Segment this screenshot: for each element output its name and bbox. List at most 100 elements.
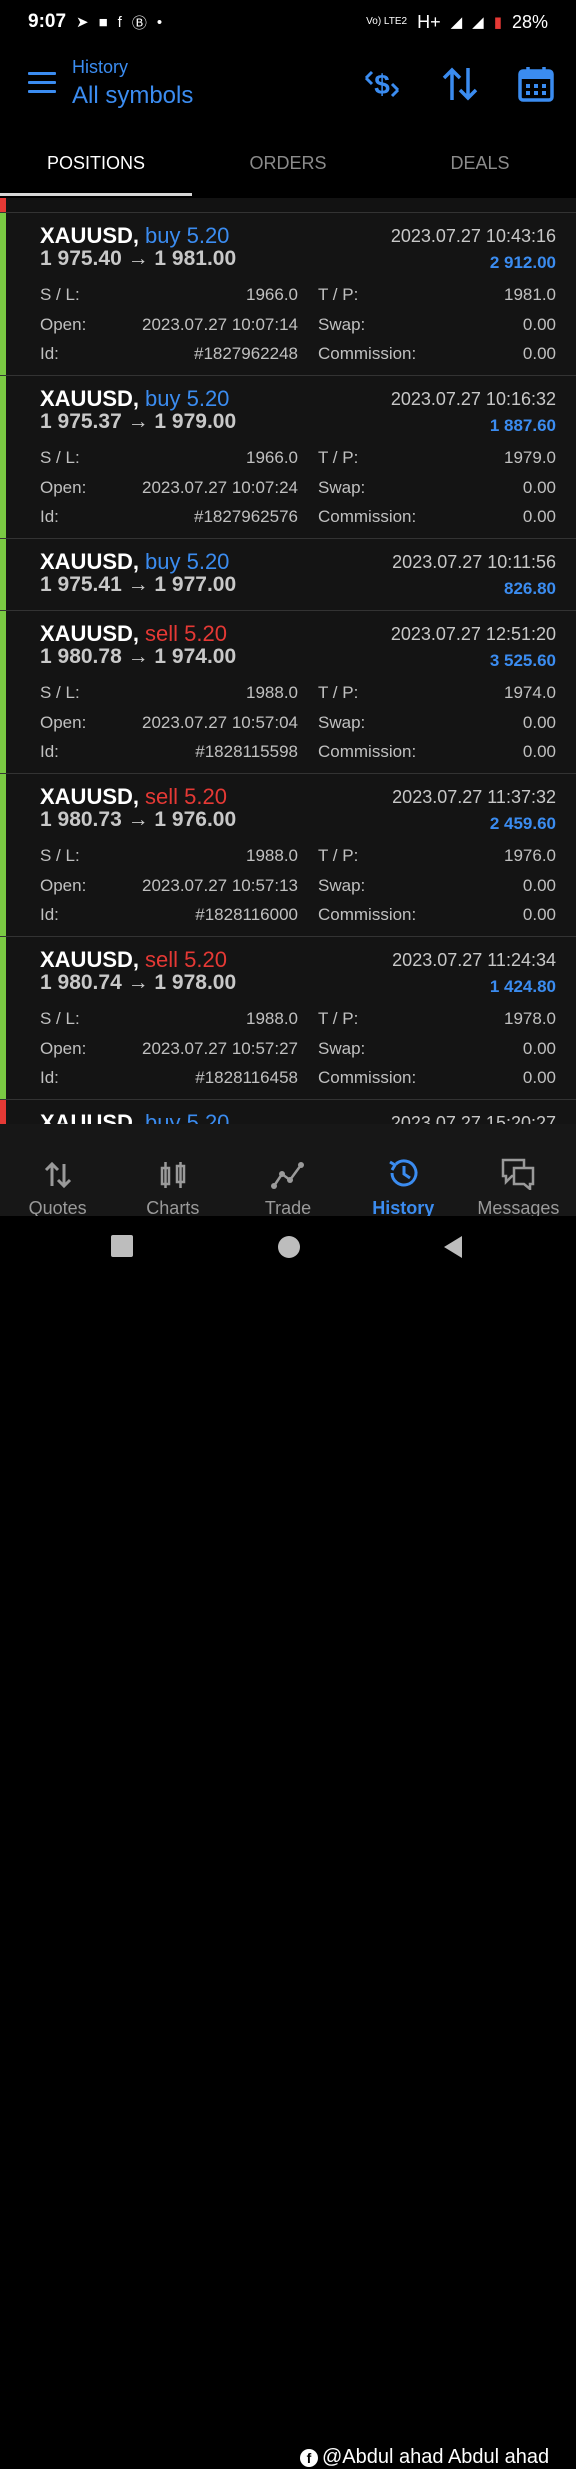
nav-charts[interactable]: Charts — [115, 1124, 230, 1218]
id-value: #1827962576 — [193, 507, 298, 526]
price-change: 1 980.74 → 1 978.00 — [40, 971, 237, 994]
symbol-text: XAUUSD, — [40, 1110, 140, 1124]
close-time: 2023.07.27 12:51:20 — [390, 624, 556, 644]
price-change: 1 975.40 → 1 981.00 — [40, 247, 237, 270]
nav-messages[interactable]: Messages — [461, 1124, 576, 1218]
position-item-partial[interactable]: XAUUSD, buy 5.20 2023.07.27 15:20:27 — [0, 1100, 576, 1124]
position-symbol: XAUUSD, sell 5.20 — [40, 784, 227, 810]
swap-label: Swap: — [318, 1038, 366, 1058]
commission-value: 0.00 — [522, 1068, 556, 1087]
swap-label: Swap: — [318, 314, 366, 334]
position-direction: buy 5.20 — [145, 1110, 230, 1124]
profit-indicator-bar — [0, 376, 6, 538]
position-details: S / L: 1988.0 T / P: 1978.0 Open: 2023.07.27… — [20, 1005, 576, 1100]
swap-label: Swap: — [318, 875, 366, 895]
swap-value: 0.00 — [522, 1038, 556, 1058]
position-header: XAUUSD, buy 5.20 2023.07.27 15:20:27 — [20, 1100, 576, 1124]
commission-value: 0.00 — [522, 344, 556, 363]
position-item[interactable]: XAUUSD, sell 5.20 2023.07.27 11:37:32 1 9… — [0, 774, 576, 937]
positions-list[interactable]: XAUUSD, buy 5.20 2023.07.27 10:43:16 1 97… — [0, 198, 576, 1124]
signal-icon-2: ◢ — [472, 14, 484, 31]
sort-icon[interactable] — [440, 64, 480, 104]
commission-label: Commission: — [318, 344, 417, 363]
profit-value: 826.80 — [504, 579, 556, 598]
position-direction: buy 5.20 — [145, 386, 230, 411]
position-direction: buy 5.20 — [145, 223, 230, 248]
position-direction: sell 5.20 — [145, 621, 227, 646]
tab-deals[interactable]: DEALS — [384, 138, 576, 198]
commission-label: Commission: — [318, 507, 417, 526]
profit-indicator-bar — [0, 937, 6, 1099]
position-item[interactable]: XAUUSD, sell 5.20 2023.07.27 11:24:34 1 9… — [0, 937, 576, 1100]
network-type: H+ — [417, 11, 441, 32]
profit-value: 3 525.60 — [489, 651, 556, 670]
back-button[interactable] — [444, 1236, 462, 1258]
currency-exchange-icon[interactable]: $ — [362, 64, 402, 104]
tab-orders[interactable]: ORDERS — [192, 138, 384, 198]
symbol-text: XAUUSD, — [40, 621, 140, 646]
tab-positions[interactable]: POSITIONS — [0, 138, 192, 198]
commission-label: Commission: — [318, 905, 417, 924]
price-change: 1 980.73 → 1 976.00 — [40, 808, 237, 831]
tp-value: 1974.0 — [504, 683, 556, 702]
open-value: 2023.07.27 10:07:24 — [142, 477, 298, 497]
profit-value: 1 887.60 — [489, 416, 556, 435]
position-item[interactable]: XAUUSD, buy 5.20 2023.07.27 10:16:32 1 97… — [0, 376, 576, 539]
nav-trade[interactable]: Trade — [230, 1124, 345, 1218]
page-title: All symbols — [72, 82, 194, 109]
symbol-text: XAUUSD, — [40, 549, 140, 574]
id-value: #1828115598 — [195, 742, 298, 761]
position-header: XAUUSD, sell 5.20 2023.07.27 11:37:32 1 9… — [20, 774, 576, 833]
facebook-icon: f — [117, 13, 122, 31]
position-item[interactable]: XAUUSD, buy 5.20 2023.07.27 10:43:16 1 97… — [0, 213, 576, 376]
position-symbol: XAUUSD, sell 5.20 — [40, 947, 227, 973]
telegram-icon: ➤ — [76, 14, 89, 31]
commission-label: Commission: — [318, 1068, 417, 1087]
battery-icon: ▮ — [493, 14, 502, 31]
facebook-logo-icon: f — [300, 2448, 318, 2467]
nav-history[interactable]: History — [346, 1124, 461, 1218]
swap-value: 0.00 — [522, 477, 556, 497]
status-time: 9:07 — [28, 11, 67, 32]
position-header: XAUUSD, buy 5.20 2023.07.27 10:11:56 1 97… — [20, 539, 576, 598]
position-item[interactable]: XAUUSD, sell 5.20 2023.07.27 12:51:20 1 9… — [0, 611, 576, 774]
close-time: 2023.07.27 11:24:34 — [392, 950, 556, 970]
symbol-text: XAUUSD, — [40, 223, 140, 248]
position-symbol: XAUUSD, sell 5.20 — [40, 621, 227, 647]
trade-icon — [271, 1162, 304, 1189]
sl-value: 1966.0 — [246, 448, 298, 467]
nav-quotes[interactable]: Quotes — [0, 1124, 115, 1218]
signal-icon: ◢ — [450, 14, 463, 31]
tp-label: T / P: — [318, 285, 359, 304]
position-item[interactable]: XAUUSD, buy 5.20 2023.07.27 10:11:56 1 97… — [0, 539, 576, 611]
recent-apps-button[interactable] — [111, 1235, 133, 1257]
open-value: 2023.07.27 10:57:13 — [142, 875, 298, 895]
calendar-icon[interactable] — [516, 64, 556, 104]
home-button[interactable] — [278, 1236, 300, 1258]
position-details: S / L: 1988.0 T / P: 1976.0 Open: 2023.07.27… — [20, 842, 576, 937]
quotes-icon — [44, 1161, 71, 1189]
title-block[interactable]: History All symbols — [72, 57, 193, 110]
menu-icon[interactable] — [28, 72, 56, 93]
sl-value: 1988.0 — [246, 846, 298, 865]
swap-value: 0.00 — [522, 712, 556, 732]
commission-value: 0.00 — [522, 742, 556, 761]
position-header: XAUUSD, sell 5.20 2023.07.27 12:51:20 1 9… — [20, 611, 576, 670]
price-change: 1 975.37 → 1 979.00 — [40, 410, 237, 433]
top-app-bar: History All symbols $ — [0, 48, 576, 138]
position-symbol: XAUUSD, buy 5.20 — [40, 386, 229, 412]
sl-value: 1988.0 — [246, 1009, 298, 1028]
price-change: 1 980.78 → 1 974.00 — [40, 645, 237, 668]
profit-value: 2 912.00 — [489, 253, 556, 272]
profit-value: 2 459.60 — [489, 814, 556, 833]
position-details: S / L: 1966.0 T / P: 1981.0 Open: 2023.07.27… — [20, 281, 576, 376]
position-header: XAUUSD, buy 5.20 2023.07.27 10:43:16 1 97… — [20, 213, 576, 272]
commission-value: 0.00 — [522, 507, 556, 526]
position-header: XAUUSD, sell 5.20 2023.07.27 11:24:34 1 9… — [20, 937, 576, 996]
position-header: XAUUSD, buy 5.20 2023.07.27 10:16:32 1 97… — [20, 376, 576, 435]
list-top-spacer — [0, 198, 576, 213]
profit-indicator-bar — [0, 1100, 6, 1124]
close-time: 2023.07.27 10:43:16 — [390, 226, 556, 246]
system-navigation-bar: f @Abdul ahad Abdul ahad — [0, 1216, 576, 2468]
tab-bar: POSITIONS ORDERS DEALS — [0, 138, 576, 198]
